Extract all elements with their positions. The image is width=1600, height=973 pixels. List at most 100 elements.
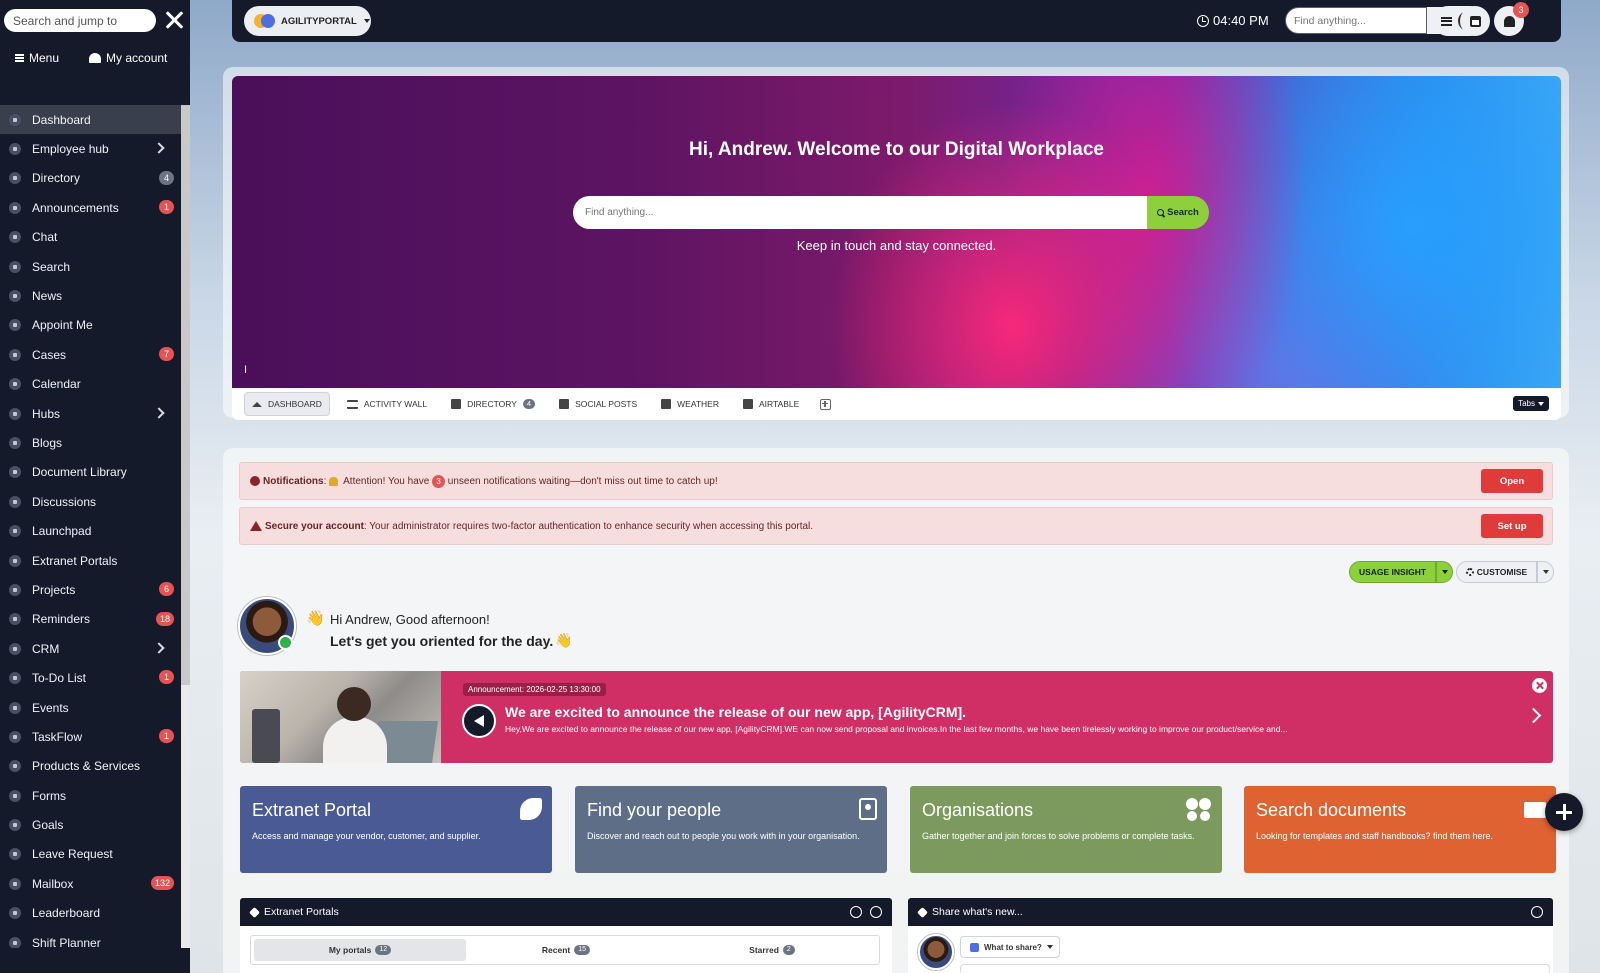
sidebar-item[interactable]: Shift Planner <box>0 928 181 948</box>
caret-down-icon <box>1046 945 1053 949</box>
sidebar-item-icon <box>9 378 21 391</box>
refresh-icon[interactable] <box>850 906 862 918</box>
tabs-dropdown[interactable]: Tabs <box>1513 396 1549 411</box>
info-icon[interactable] <box>870 906 882 918</box>
sidebar-search-input[interactable] <box>4 9 156 32</box>
caret-down-icon <box>1538 401 1544 406</box>
tab-dashboard[interactable]: DASHBOARD <box>244 392 330 416</box>
sidebar-item[interactable]: Events <box>0 693 181 722</box>
users-icon <box>1186 798 1212 818</box>
sidebar-item[interactable]: Reminders 18 <box>0 605 181 634</box>
my-account-tab[interactable]: My account <box>89 51 167 65</box>
customise-button[interactable]: CUSTOMISE <box>1456 561 1537 583</box>
add-button[interactable] <box>1545 793 1583 831</box>
sidebar-item[interactable]: Announcements 1 <box>0 193 181 222</box>
sidebar-item-badge: 6 <box>159 582 174 597</box>
portal-tab-starred[interactable]: Starred 2 <box>667 939 877 961</box>
tab-activity-wall[interactable]: ACTIVITY WALL <box>340 392 434 416</box>
notifications-button[interactable]: 3 <box>1494 2 1529 36</box>
add-tab-icon[interactable] <box>820 398 832 410</box>
sidebar-item-icon <box>9 260 21 273</box>
close-icon[interactable] <box>1532 678 1547 693</box>
sidebar-item-label: Leaderboard <box>32 906 101 921</box>
sidebar-item-label: Events <box>32 700 69 715</box>
tab-social-posts[interactable]: SOCIAL POSTS <box>552 392 644 416</box>
sidebar-item-label: Announcements <box>32 200 119 215</box>
hero-title: Hi, Andrew. Welcome to our Digital Workp… <box>689 139 1104 160</box>
menu-tab[interactable]: Menu <box>15 51 59 65</box>
tile-title: Organisations <box>922 800 1034 820</box>
announcement-banner[interactable]: Announcement: 2026-02-25 13:30:00 We are… <box>240 671 1553 763</box>
what-to-share-label: What to share? <box>984 942 1042 952</box>
sidebar-item[interactable]: Document Library <box>0 458 181 487</box>
notification-alert-label: Notifications <box>263 475 324 487</box>
sidebar-item[interactable]: Blogs <box>0 428 181 457</box>
sidebar-header: Menu My account <box>0 0 190 104</box>
sidebar-scrollbar-thumb[interactable] <box>181 105 190 685</box>
chevron-right-icon <box>153 642 165 654</box>
sidebar-item[interactable]: Leave Request <box>0 840 181 869</box>
sidebar-item-label: To-Do List <box>32 671 87 686</box>
tab-directory[interactable]: DIRECTORY 4 <box>444 392 542 416</box>
sidebar-item[interactable]: Projects 6 <box>0 575 181 604</box>
close-icon[interactable] <box>162 8 186 32</box>
sidebar-item[interactable]: Discussions <box>0 487 181 516</box>
tab-label: SOCIAL POSTS <box>575 399 638 409</box>
tab-weather[interactable]: WEATHER <box>654 392 726 416</box>
tile-organisations[interactable]: Organisations Gather together and join fo… <box>910 786 1222 873</box>
what-to-share-dropdown[interactable]: What to share? <box>960 936 1060 958</box>
sidebar-item[interactable]: Launchpad <box>0 516 181 545</box>
sidebar-item-badge: 1 <box>159 670 174 685</box>
sidebar-item[interactable]: Employee hub <box>0 134 181 163</box>
menu-tab-label: Menu <box>29 51 60 65</box>
portal-tab-my-portals[interactable]: My portals 12 <box>254 939 466 961</box>
tile-find-your-people[interactable]: Find your people Discover and reach out t… <box>575 786 887 873</box>
sidebar-item[interactable]: Dashboard <box>0 105 181 135</box>
sidebar-item-icon <box>9 848 21 861</box>
contact-icon <box>451 399 462 409</box>
sidebar-item[interactable]: Products & Services <box>0 752 181 781</box>
sidebar-item[interactable]: CRM <box>0 634 181 663</box>
hero-search-button[interactable]: Search <box>1147 196 1209 229</box>
sidebar-item[interactable]: Directory 4 <box>0 164 181 193</box>
hamburger-icon <box>15 54 24 62</box>
sidebar-item[interactable]: Forms <box>0 781 181 810</box>
setup-2fa-button[interactable]: Set up <box>1481 514 1543 538</box>
sidebar-item[interactable]: Search <box>0 252 181 281</box>
portal-tab-recent[interactable]: Recent 15 <box>466 939 666 961</box>
chevron-right-icon[interactable] <box>1525 707 1542 724</box>
avatar[interactable] <box>238 597 296 655</box>
tab-airtable[interactable]: AIRTABLE <box>736 392 806 416</box>
share-input[interactable] <box>960 964 1550 973</box>
sidebar-item-label: Shift Planner <box>32 935 101 948</box>
usage-insight-button[interactable]: USAGE INSIGHT <box>1349 561 1436 583</box>
tile-extranet-portal[interactable]: Extranet Portal Access and manage your ve… <box>240 786 552 873</box>
sidebar-scrollbar[interactable] <box>181 105 190 948</box>
caret-down-icon <box>1542 570 1549 574</box>
hero-search-input[interactable] <box>573 196 1148 229</box>
sidebar-item[interactable]: To-Do List 1 <box>0 663 181 692</box>
tile-search-documents[interactable]: Search documents Looking for templates an… <box>1244 786 1556 873</box>
hero-subtitle: Keep in touch and stay connected. <box>796 238 997 253</box>
sidebar-item[interactable]: Goals <box>0 810 181 839</box>
sidebar-item-label: Cases <box>32 347 67 362</box>
tile-title: Find your people <box>587 800 722 820</box>
security-alert: Secure your account : Your administrator… <box>239 507 1553 545</box>
open-notifications-button[interactable]: Open <box>1481 469 1543 493</box>
sidebar-item[interactable]: Appoint Me <box>0 311 181 340</box>
sidebar-item[interactable]: Chat <box>0 223 181 252</box>
sidebar-item[interactable]: Extranet Portals <box>0 546 181 575</box>
sidebar-item[interactable]: Cases 7 <box>0 340 181 369</box>
calendar-button[interactable] <box>1460 6 1490 36</box>
sidebar-item[interactable]: TaskFlow 1 <box>0 722 181 751</box>
sidebar-item[interactable]: News <box>0 281 181 310</box>
sidebar-item[interactable]: Hubs <box>0 399 181 428</box>
chevron-right-icon <box>153 407 165 419</box>
top-search-input[interactable] <box>1285 7 1427 34</box>
sidebar-item[interactable]: Calendar <box>0 370 181 399</box>
portal-switcher-button[interactable]: AGILITYPORTAL <box>244 6 371 36</box>
portal-tab-count: 2 <box>782 945 795 955</box>
sidebar-item[interactable]: Leaderboard <box>0 899 181 928</box>
info-icon[interactable] <box>1531 906 1543 918</box>
sidebar-item[interactable]: Mailbox 132 <box>0 869 181 898</box>
